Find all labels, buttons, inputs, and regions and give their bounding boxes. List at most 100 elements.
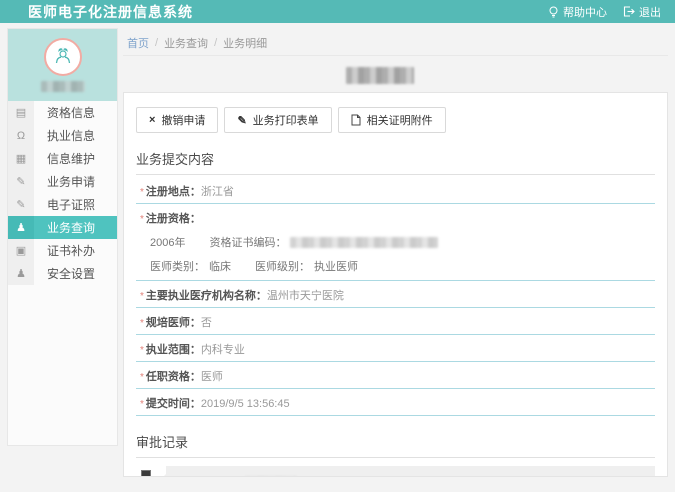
topbar-actions: 帮助中心 退出 <box>548 4 661 20</box>
approval-timeline: 2019/9/5 ✔ 提交成功 <box>136 466 655 477</box>
button-label: 业务打印表单 <box>253 112 319 128</box>
sidebar-item-label: 安全设置 <box>34 262 117 285</box>
edit-icon: ✎ <box>8 170 34 193</box>
file-icon <box>351 114 361 126</box>
sidebar-item-electronic-certificate[interactable]: ✎ 电子证照 <box>8 193 117 216</box>
timeline-rail <box>140 466 152 477</box>
certificate-icon: ✎ <box>8 193 34 216</box>
top-header: 医师电子化注册信息系统 帮助中心 退出 <box>0 0 675 23</box>
field-standardized-training: * 规培医师： 否 <box>136 308 655 335</box>
field-label: 提交时间： <box>146 395 201 411</box>
required-asterisk: * <box>140 318 144 329</box>
field-registration-place: * 注册地点： 浙江省 <box>136 177 655 204</box>
image-icon: ▦ <box>8 147 34 170</box>
user-shield-icon: ♟ <box>8 262 34 285</box>
required-asterisk: * <box>140 187 144 198</box>
redacted-cert-code <box>290 237 438 248</box>
toolbar: × 撤销申请 ✎ 业务打印表单 相关证明附件 <box>136 107 655 133</box>
logout-label: 退出 <box>639 4 661 20</box>
redacted-page-title <box>346 67 414 84</box>
user-profile <box>8 29 117 101</box>
doctor-level-label: 医师级别： <box>255 258 310 274</box>
breadcrumb-separator: / <box>155 37 158 49</box>
sidebar-item-certificate-reissue[interactable]: ▣ 证书补办 <box>8 239 117 262</box>
sidebar-item-business-application[interactable]: ✎ 业务申请 <box>8 170 117 193</box>
headset-icon: Ω <box>8 124 34 147</box>
sidebar-item-business-query[interactable]: ♟ 业务查询 <box>8 216 117 239</box>
sidebar-item-label: 业务查询 <box>34 216 117 239</box>
breadcrumb-business-detail: 业务明细 <box>223 35 267 51</box>
doctor-type-label: 医师类别： <box>150 258 205 274</box>
help-center-label: 帮助中心 <box>563 4 607 20</box>
sidebar-item-label: 资格信息 <box>34 101 117 124</box>
field-value: 浙江省 <box>201 183 234 199</box>
redacted-user-name <box>41 81 85 92</box>
doctor-level-value: 执业医师 <box>314 258 358 274</box>
sidebar-item-security-settings[interactable]: ♟ 安全设置 <box>8 262 117 285</box>
approval-record-date: 2019/9/5 <box>182 475 237 477</box>
field-value: 2019/9/5 13:56:45 <box>201 398 290 410</box>
submission-section-title: 业务提交内容 <box>136 149 655 175</box>
cancel-application-button[interactable]: × 撤销申请 <box>136 107 218 133</box>
field-value: 温州市天宁医院 <box>267 287 344 303</box>
qualification-cert-row: 2006年 资格证书编码： <box>136 230 655 254</box>
breadcrumb-home-link[interactable]: 首页 <box>127 35 149 51</box>
user-icon: ♟ <box>8 216 34 239</box>
sidebar-item-label: 证书补办 <box>34 239 117 262</box>
cert-code-label: 资格证书编码： <box>209 234 286 250</box>
qualification-year: 2006年 <box>150 234 185 250</box>
field-position-qualification: * 任职资格： 医师 <box>136 362 655 389</box>
field-value: 医师 <box>201 368 223 384</box>
pencil-icon: ✎ <box>237 114 246 127</box>
button-label: 撤销申请 <box>161 112 205 128</box>
app-title: 医师电子化注册信息系统 <box>28 2 193 22</box>
field-label: 注册地点： <box>146 183 201 199</box>
breadcrumb-business-query[interactable]: 业务查询 <box>164 35 208 51</box>
related-attachments-button[interactable]: 相关证明附件 <box>338 107 446 133</box>
breadcrumb-separator: / <box>214 37 217 49</box>
logout-link[interactable]: 退出 <box>623 4 661 20</box>
sidebar-item-qualification-info[interactable]: ▤ 资格信息 <box>8 101 117 124</box>
required-asterisk: * <box>140 214 144 225</box>
required-asterisk: * <box>140 399 144 410</box>
field-value: 内科专业 <box>201 341 245 357</box>
field-submit-time: * 提交时间： 2019/9/5 13:56:45 <box>136 389 655 416</box>
approval-section-title: 审批记录 <box>136 432 655 458</box>
sidebar-item-label: 执业信息 <box>34 124 117 147</box>
document-icon: ▤ <box>8 101 34 124</box>
approval-record-card: 2019/9/5 ✔ 提交成功 <box>166 466 655 477</box>
approval-record-date-row: 2019/9/5 <box>182 475 643 477</box>
breadcrumb: 首页 / 业务查询 / 业务明细 <box>123 31 668 56</box>
button-label: 相关证明附件 <box>367 112 433 128</box>
required-asterisk: * <box>140 345 144 356</box>
field-value: 否 <box>201 314 212 330</box>
doctor-icon <box>52 44 74 71</box>
field-registration-qualification: * 注册资格： <box>136 204 655 230</box>
card-arrow <box>160 474 166 477</box>
field-label: 规培医师： <box>146 314 201 330</box>
sidebar-item-label: 信息维护 <box>34 147 117 170</box>
save-icon: ▣ <box>8 239 34 262</box>
help-center-link[interactable]: 帮助中心 <box>548 4 607 20</box>
main-panel: × 撤销申请 ✎ 业务打印表单 相关证明附件 业务提交内容 * 注册地点： 浙江… <box>123 92 668 477</box>
field-label: 任职资格： <box>146 368 201 384</box>
logout-icon <box>623 6 635 17</box>
avatar <box>44 38 82 76</box>
x-icon: × <box>149 114 155 126</box>
field-practice-scope: * 执业范围： 内科专业 <box>136 335 655 362</box>
sidebar-menu: ▤ 资格信息 Ω 执业信息 ▦ 信息维护 ✎ 业务申请 ✎ 电子证照 ♟ 业务查… <box>8 101 117 285</box>
lightbulb-icon <box>548 6 559 18</box>
sidebar-item-info-maintenance[interactable]: ▦ 信息维护 <box>8 147 117 170</box>
timeline-marker <box>141 470 151 477</box>
sidebar-item-label: 电子证照 <box>34 193 117 216</box>
field-label: 主要执业医疗机构名称： <box>146 287 267 303</box>
required-asterisk: * <box>140 291 144 302</box>
field-label: 注册资格： <box>146 210 201 226</box>
sidebar: ▤ 资格信息 Ω 执业信息 ▦ 信息维护 ✎ 业务申请 ✎ 电子证照 ♟ 业务查… <box>7 28 118 446</box>
field-main-institution: * 主要执业医疗机构名称： 温州市天宁医院 <box>136 281 655 308</box>
doctor-type-value: 临床 <box>209 258 231 274</box>
print-form-button[interactable]: ✎ 业务打印表单 <box>224 107 331 133</box>
sidebar-item-label: 业务申请 <box>34 170 117 193</box>
required-asterisk: * <box>140 372 144 383</box>
sidebar-item-practice-info[interactable]: Ω 执业信息 <box>8 124 117 147</box>
